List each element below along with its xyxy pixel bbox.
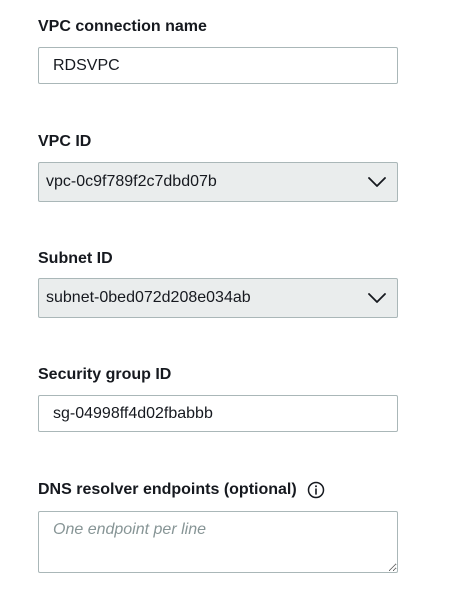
vpc-connection-name-input[interactable]	[38, 47, 398, 84]
subnet-id-field: Subnet ID subnet-0bed072d208e034ab	[38, 249, 398, 318]
subnet-id-label: Subnet ID	[38, 250, 113, 267]
vpc-id-select[interactable]: vpc-0c9f789f2c7dbd07b	[38, 162, 398, 202]
subnet-id-select[interactable]: subnet-0bed072d208e034ab	[38, 278, 398, 318]
vpc-id-label: VPC ID	[38, 133, 92, 150]
dns-resolver-label: DNS resolver endpoints (optional)	[38, 481, 297, 498]
dns-resolver-field: DNS resolver endpoints (optional)	[38, 480, 398, 573]
dns-resolver-label-row: DNS resolver endpoints (optional)	[38, 480, 398, 500]
security-group-id-input[interactable]	[38, 395, 398, 432]
dns-resolver-endpoints-textarea[interactable]	[38, 511, 398, 573]
vpc-connection-name-label: VPC connection name	[38, 18, 207, 35]
info-icon[interactable]	[307, 481, 325, 499]
vpc-connection-name-field: VPC connection name	[38, 17, 398, 84]
security-group-id-label: Security group ID	[38, 366, 172, 383]
subnet-id-selected-value: subnet-0bed072d208e034ab	[46, 289, 251, 306]
chevron-down-icon	[357, 162, 397, 202]
chevron-down-icon	[357, 278, 397, 318]
security-group-id-field: Security group ID	[38, 365, 398, 432]
vpc-id-field: VPC ID vpc-0c9f789f2c7dbd07b	[38, 132, 398, 202]
vpc-id-selected-value: vpc-0c9f789f2c7dbd07b	[46, 173, 217, 190]
